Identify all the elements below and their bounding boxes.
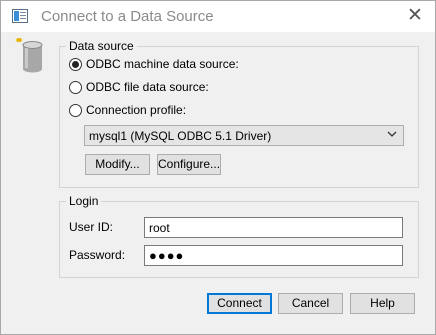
odbc-machine-radio[interactable]	[69, 57, 82, 71]
password-label: Password:	[69, 248, 126, 262]
chevron-down-icon	[387, 131, 397, 137]
connect-dialog: Connect to a Data Source ✕ Data source O…	[0, 0, 436, 335]
profile-select[interactable]: mysql1 (MySQL ODBC 5.1 Driver)	[84, 125, 404, 146]
odbc-file-radio[interactable]	[69, 80, 82, 94]
login-group-label: Login	[66, 194, 102, 208]
connection-profile-label: Connection profile:	[86, 103, 187, 117]
password-field[interactable]: ●●●●	[144, 245, 403, 266]
login-group: Login	[59, 194, 419, 278]
cancel-button[interactable]: Cancel	[278, 293, 343, 314]
title-bar: Connect to a Data Source ✕	[1, 1, 435, 32]
odbc-machine-label: ODBC machine data source:	[86, 57, 239, 71]
help-button[interactable]: Help	[350, 293, 415, 314]
profile-select-value: mysql1 (MySQL ODBC 5.1 Driver)	[89, 129, 272, 143]
database-cylinder-icon	[15, 38, 43, 73]
connection-profile-radio[interactable]	[69, 103, 82, 117]
user-id-field[interactable]: root	[144, 217, 403, 238]
window-title: Connect to a Data Source	[41, 8, 214, 25]
connection-profile-radio-option[interactable]: Connection profile:	[69, 101, 186, 119]
odbc-file-radio-option[interactable]: ODBC file data source:	[69, 78, 209, 96]
odbc-machine-radio-option[interactable]: ODBC machine data source:	[69, 55, 239, 73]
data-source-window-icon	[12, 9, 28, 23]
connect-button[interactable]: Connect	[207, 293, 272, 314]
user-id-label: User ID:	[69, 220, 114, 234]
modify-button[interactable]: Modify...	[85, 154, 150, 175]
close-icon[interactable]: ✕	[399, 3, 431, 29]
data-source-group-label: Data source	[66, 39, 137, 53]
odbc-file-label: ODBC file data source:	[86, 80, 209, 94]
configure-button[interactable]: Configure...	[157, 154, 221, 175]
